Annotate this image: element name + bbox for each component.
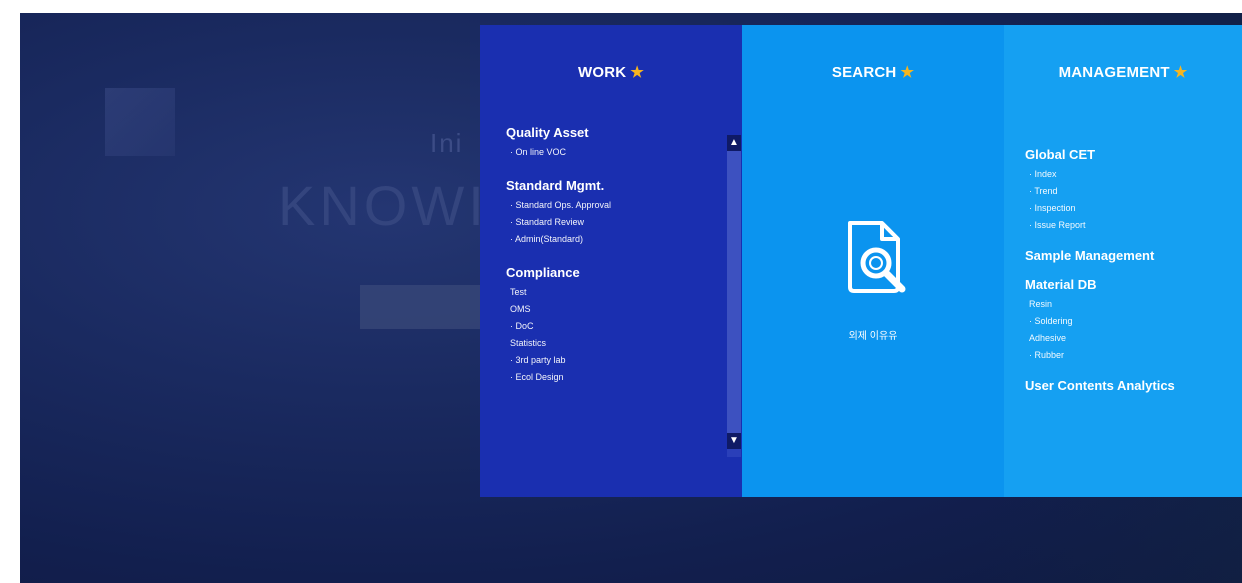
chevron-up-icon[interactable]: ▲	[727, 135, 741, 151]
chevron-down-icon[interactable]: ▼	[727, 433, 741, 449]
group-title[interactable]: Sample Management	[1025, 248, 1235, 263]
menu-link[interactable]: Adhesive	[1025, 330, 1235, 347]
menu-link[interactable]: Resin	[1025, 296, 1235, 313]
work-title-label: WORK	[578, 64, 627, 81]
menu-link[interactable]: · Standard Review	[506, 214, 716, 231]
search-column: SEARCH ★ 외제 이유유	[742, 25, 1004, 497]
menu-link[interactable]: OMS	[506, 301, 716, 318]
menu-link[interactable]: · Issue Report	[1025, 217, 1235, 234]
group-title[interactable]: User Contents Analytics	[1025, 378, 1235, 393]
group-title[interactable]: Material DB	[1025, 277, 1235, 292]
menu-link[interactable]: · Soldering	[1025, 313, 1235, 330]
menu-link[interactable]: · 3rd party lab	[506, 352, 716, 369]
menu-link[interactable]: · Inspection	[1025, 200, 1235, 217]
menu-link[interactable]: · DoC	[506, 318, 716, 335]
group-title[interactable]: Compliance	[506, 265, 716, 280]
work-title[interactable]: WORK ★	[480, 63, 742, 81]
background-decor-square	[105, 88, 175, 156]
search-title-label: SEARCH	[831, 64, 897, 81]
hero-title: KNOWI	[278, 174, 488, 237]
scrollbar-thumb[interactable]	[727, 151, 741, 433]
menu-link[interactable]: · On line VOC	[506, 144, 716, 161]
menu-link[interactable]: Statistics	[506, 335, 716, 352]
mgmt-group-global-cet: Global CET · Index · Trend · Inspection …	[1025, 147, 1235, 234]
mgmt-group-material-db: Material DB Resin · Soldering Adhesive ·…	[1025, 277, 1235, 364]
hero-subtitle: Ini	[430, 128, 464, 158]
work-column: WORK ★ Quality Asset · On line VOC Standa…	[480, 25, 742, 497]
menu-link[interactable]: · Index	[1025, 166, 1235, 183]
management-column: MANAGEMENT ★ Global CET · Index · Trend ·…	[1004, 25, 1242, 497]
search-title[interactable]: SEARCH ★	[742, 63, 1004, 81]
hero-button[interactable]	[360, 285, 500, 329]
menu-link[interactable]: · Admin(Standard)	[506, 231, 716, 248]
mgmt-group-user-contents-analytics: User Contents Analytics	[1025, 378, 1235, 393]
work-group-standard-mgmt: Standard Mgmt. · Standard Ops. Approval …	[506, 178, 716, 248]
star-icon[interactable]: ★	[630, 64, 644, 81]
group-title[interactable]: Global CET	[1025, 147, 1235, 162]
work-list: Quality Asset · On line VOC Standard Mgm…	[506, 125, 716, 403]
work-group-quality-asset: Quality Asset · On line VOC	[506, 125, 716, 161]
menu-link[interactable]: Test	[506, 284, 716, 301]
mgmt-group-sample-management: Sample Management	[1025, 248, 1235, 263]
star-icon[interactable]: ★	[1174, 64, 1188, 81]
group-title[interactable]: Quality Asset	[506, 125, 716, 140]
management-title[interactable]: MANAGEMENT ★	[1004, 63, 1242, 81]
menu-link[interactable]: · Trend	[1025, 183, 1235, 200]
group-title[interactable]: Standard Mgmt.	[506, 178, 716, 193]
mega-menu: WORK ★ Quality Asset · On line VOC Standa…	[480, 25, 1242, 497]
star-icon[interactable]: ★	[900, 64, 914, 81]
menu-link[interactable]: · Rubber	[1025, 347, 1235, 364]
work-group-compliance: Compliance Test OMS · DoC Statistics · 3…	[506, 265, 716, 386]
search-link[interactable]: 외제 이유유	[742, 327, 1004, 342]
management-list: Global CET · Index · Trend · Inspection …	[1025, 147, 1235, 407]
menu-link[interactable]: · Ecol Design	[506, 369, 716, 386]
management-title-label: MANAGEMENT	[1058, 64, 1170, 81]
menu-link[interactable]: · Standard Ops. Approval	[506, 197, 716, 214]
document-search-icon[interactable]	[840, 217, 912, 297]
